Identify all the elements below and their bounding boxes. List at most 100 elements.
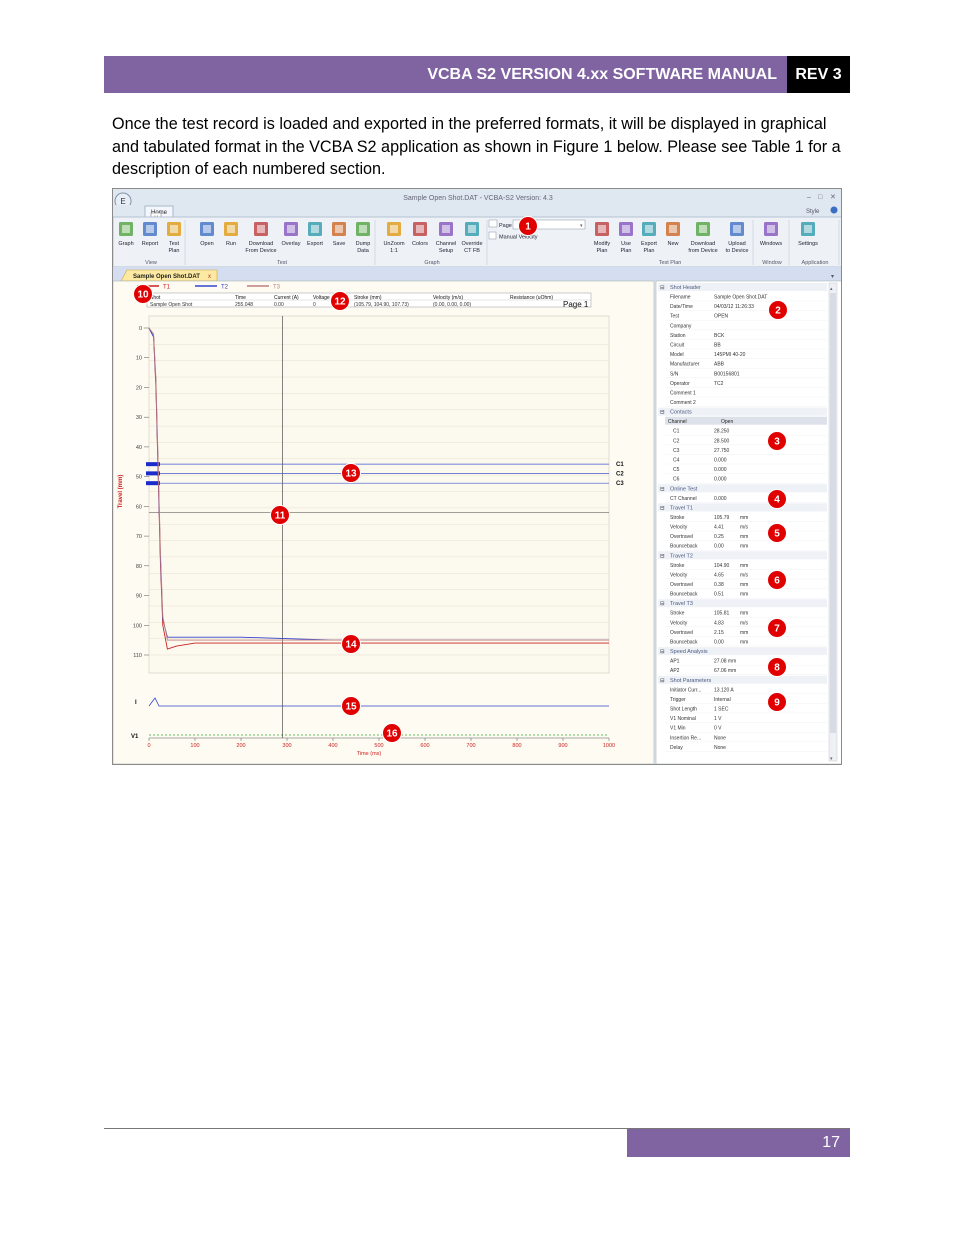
- upload-button-label: to Device: [726, 248, 749, 254]
- prop-label: C1: [673, 429, 680, 435]
- callout-16: 16: [382, 723, 402, 743]
- channel-button-label: Setup: [439, 248, 453, 254]
- close-window-icon[interactable]: ✕: [830, 194, 836, 201]
- download-button-label: from Device: [688, 248, 717, 254]
- modify-button-label: Plan: [596, 248, 607, 254]
- prop-label: C6: [673, 477, 680, 483]
- new-button-label: New: [667, 241, 678, 247]
- save-button[interactable]: Save: [332, 222, 346, 247]
- ribbon-group-label: View: [145, 260, 157, 266]
- channel-label-c3: C3: [616, 481, 624, 487]
- x-tick-label: 800: [512, 743, 521, 749]
- collapse-icon[interactable]: ⊟: [660, 649, 665, 655]
- prop-value: 1 V: [714, 716, 722, 722]
- prop-label: S/N: [670, 371, 679, 377]
- x-tick-label: 100: [190, 743, 199, 749]
- y-tick-label: 90: [136, 594, 142, 600]
- minimize-icon[interactable]: –: [807, 194, 811, 201]
- test-button-label: Test: [169, 241, 180, 247]
- ribbon-group-label: Application: [802, 260, 829, 266]
- prop-label: V1 Nominal: [670, 716, 696, 722]
- icon-highlight: [359, 225, 367, 233]
- style-menu[interactable]: Style: [806, 209, 820, 215]
- v1-trace-label: V1: [131, 734, 139, 740]
- prop-label: C5: [673, 467, 680, 473]
- help-icon[interactable]: [830, 206, 838, 214]
- prop-value: 27.750: [714, 448, 730, 454]
- info-value-shot: Sample Open Shot: [150, 302, 193, 308]
- x-tick-label: 300: [282, 743, 291, 749]
- export-button-label: Plan: [643, 248, 654, 254]
- colors-button[interactable]: Colors: [412, 222, 428, 247]
- prop-unit: mm: [740, 592, 748, 598]
- collapse-icon[interactable]: ⊟: [660, 410, 665, 416]
- prop-label: Bounceback: [670, 640, 698, 646]
- info-header-time: Time: [235, 295, 246, 301]
- collapse-icon[interactable]: ⊟: [660, 601, 665, 607]
- callout-14: 14: [341, 634, 361, 654]
- prop-value: 0 V: [714, 726, 722, 732]
- info-value-velocity-m-s: (0.00, 0.00, 0.00): [433, 302, 471, 308]
- app-window: E Sample Open Shot.DAT - VCBA-S2 Version…: [113, 189, 841, 764]
- collapse-icon[interactable]: ⊟: [660, 678, 665, 684]
- download-button-label: Download: [249, 241, 273, 247]
- icon-highlight: [733, 225, 741, 233]
- graph-button[interactable]: Graph: [118, 222, 134, 247]
- prop-value: None: [714, 735, 726, 741]
- callout-8: 8: [767, 657, 787, 677]
- prop-value: 0.000: [714, 467, 727, 473]
- page-indicator: Page 1: [563, 300, 589, 309]
- windows-button-label: Windows: [760, 241, 783, 247]
- collapse-icon[interactable]: ⊟: [660, 553, 665, 559]
- document-tab-strip: [113, 267, 841, 281]
- prop-label: CT Channel: [670, 496, 697, 502]
- page-checkbox[interactable]: [488, 219, 498, 228]
- prop-value: Sample Open Shot.DAT: [714, 295, 767, 301]
- info-value-current-a: 0.00: [274, 302, 284, 308]
- prop-value: 104.90: [714, 563, 730, 569]
- open-button[interactable]: Open: [200, 222, 214, 247]
- prop-value: BCK: [714, 333, 725, 339]
- collapse-icon[interactable]: ⊟: [660, 486, 665, 492]
- prop-value: 0.51: [714, 592, 724, 598]
- prop-value: 04/03/12 11:26:33: [714, 304, 754, 310]
- channel-label-c2: C2: [616, 471, 624, 477]
- export-button[interactable]: Export: [307, 222, 323, 247]
- manual-velocity-checkbox[interactable]: [488, 231, 497, 240]
- section-title: Contacts: [670, 410, 692, 416]
- callout-number: 7: [774, 624, 780, 635]
- callout-11: 11: [270, 505, 290, 525]
- contacts-header-bg: [665, 416, 827, 425]
- new-button[interactable]: New: [666, 222, 680, 247]
- collapse-icon[interactable]: ⊟: [660, 285, 665, 291]
- icon-highlight: [767, 225, 775, 233]
- section-title: Travel T2: [670, 553, 693, 559]
- tab-list-chevron-icon[interactable]: ▾: [831, 274, 834, 280]
- scrollbar-thumb[interactable]: [830, 293, 836, 733]
- icon-highlight: [468, 225, 476, 233]
- report-button[interactable]: Report: [142, 222, 159, 247]
- prop-value: 28.500: [714, 438, 730, 444]
- callout-3: 3: [767, 431, 787, 451]
- icon-highlight: [257, 225, 265, 233]
- prop-unit: mm: [740, 515, 748, 521]
- save-button-label: Save: [333, 241, 346, 247]
- collapse-icon[interactable]: ⊟: [660, 505, 665, 511]
- close-tab-icon[interactable]: x: [208, 274, 211, 280]
- section-title: Travel T1: [670, 505, 693, 511]
- callout-number: 4: [774, 495, 780, 506]
- overlay-button[interactable]: Overlay: [282, 222, 301, 247]
- y-tick-label: 110: [133, 653, 142, 659]
- prop-value: BB: [714, 343, 721, 349]
- y-tick-label: 20: [136, 385, 142, 391]
- manual-page: { "header": {"title": "VCBA S2 VERSION 4…: [0, 0, 954, 1235]
- callout-number: 3: [774, 437, 780, 448]
- prop-label: Shot Length: [670, 707, 697, 713]
- info-value-voltage: 0: [313, 302, 316, 308]
- callout-number: 9: [774, 698, 780, 709]
- prop-value: 105.79: [714, 515, 730, 521]
- plot-area[interactable]: [148, 315, 610, 674]
- legend-label-t3: T3: [273, 285, 281, 291]
- run-button[interactable]: Run: [224, 222, 238, 247]
- icon-highlight: [287, 225, 295, 233]
